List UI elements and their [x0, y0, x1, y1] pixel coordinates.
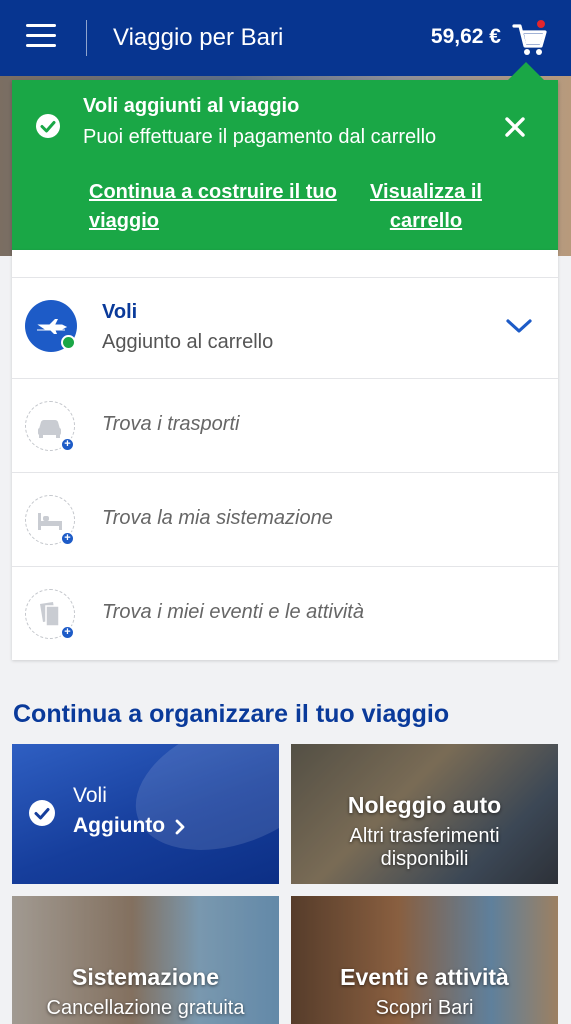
trip-item-events[interactable]: + Trova i miei eventi e le attività [12, 566, 558, 660]
page-title: Viaggio per Bari [113, 24, 284, 51]
chevron-down-icon[interactable] [504, 316, 534, 336]
added-badge-icon [61, 335, 76, 350]
trip-item-flights[interactable]: Voli Aggiunto al carrello [12, 277, 558, 378]
tile-car-subtitle: Altri trasferimenti disponibili [349, 825, 500, 870]
tile-events-title: Eventi e attività [340, 964, 509, 990]
tile-car-rental[interactable]: Noleggio auto Altri trasferimenti dispon… [291, 744, 558, 884]
tile-flights[interactable]: Voli Aggiunto [12, 744, 279, 884]
tile-hotel-subtitle: Cancellazione gratuita [46, 997, 245, 1019]
flights-status: Aggiunto al carrello [102, 331, 274, 353]
plus-icon: + [60, 437, 75, 452]
accommodation-label: Trova la mia sistemazione [102, 507, 333, 529]
app-header: Viaggio per Bari 59,62 € [0, 0, 571, 76]
cart-icon[interactable] [512, 18, 548, 58]
events-label: Trova i miei eventi e le attività [102, 601, 364, 623]
trip-items-card: Voli Aggiunto al carrello + Trova i tras… [12, 250, 558, 660]
trip-item-accommodation[interactable]: + Trova la mia sistemazione [12, 472, 558, 566]
tile-flights-title: Voli [73, 784, 107, 807]
success-toast: Voli aggiunti al viaggio Puoi effettuare… [12, 80, 558, 250]
tile-flights-status: Aggiunto [73, 814, 166, 837]
tile-hotel-text: Sistemazione Cancellazione gratuita [12, 964, 279, 1020]
section-title: Continua a organizzare il tuo viaggio [13, 700, 450, 728]
toast-pointer [508, 62, 544, 80]
tile-events-subtitle: Scopri Bari [375, 997, 474, 1019]
header-divider [86, 20, 87, 56]
close-icon[interactable] [500, 112, 530, 142]
menu-icon[interactable] [26, 24, 56, 50]
trip-item-transport[interactable]: + Trova i trasporti [12, 378, 558, 472]
transport-label: Trova i trasporti [102, 413, 240, 435]
tile-events[interactable]: Eventi e attività Scopri Bari [291, 896, 558, 1024]
flights-title: Voli [102, 301, 138, 323]
wing-image [117, 744, 279, 875]
tile-events-text: Eventi e attività Scopri Bari [291, 964, 558, 1020]
cart-total[interactable]: 59,62 € [431, 25, 501, 49]
view-cart-link[interactable]: Visualizza il carrello [356, 178, 496, 236]
cart-notification-dot [535, 18, 547, 30]
continue-building-link[interactable]: Continua a costruire il tuo viaggio [89, 178, 339, 236]
tile-accommodation[interactable]: Sistemazione Cancellazione gratuita [12, 896, 279, 1024]
tile-hotel-title: Sistemazione [72, 964, 219, 990]
toast-subtitle: Puoi effettuare il pagamento dal carrell… [83, 126, 437, 148]
plus-icon: + [60, 531, 75, 546]
tile-car-text: Noleggio auto Altri trasferimenti dispon… [291, 792, 558, 871]
check-icon [29, 800, 55, 826]
plus-icon: + [60, 625, 75, 640]
tile-car-title: Noleggio auto [347, 792, 502, 818]
check-icon [36, 114, 60, 138]
toast-title: Voli aggiunti al viaggio [83, 95, 300, 117]
chevron-right-icon [174, 818, 186, 836]
